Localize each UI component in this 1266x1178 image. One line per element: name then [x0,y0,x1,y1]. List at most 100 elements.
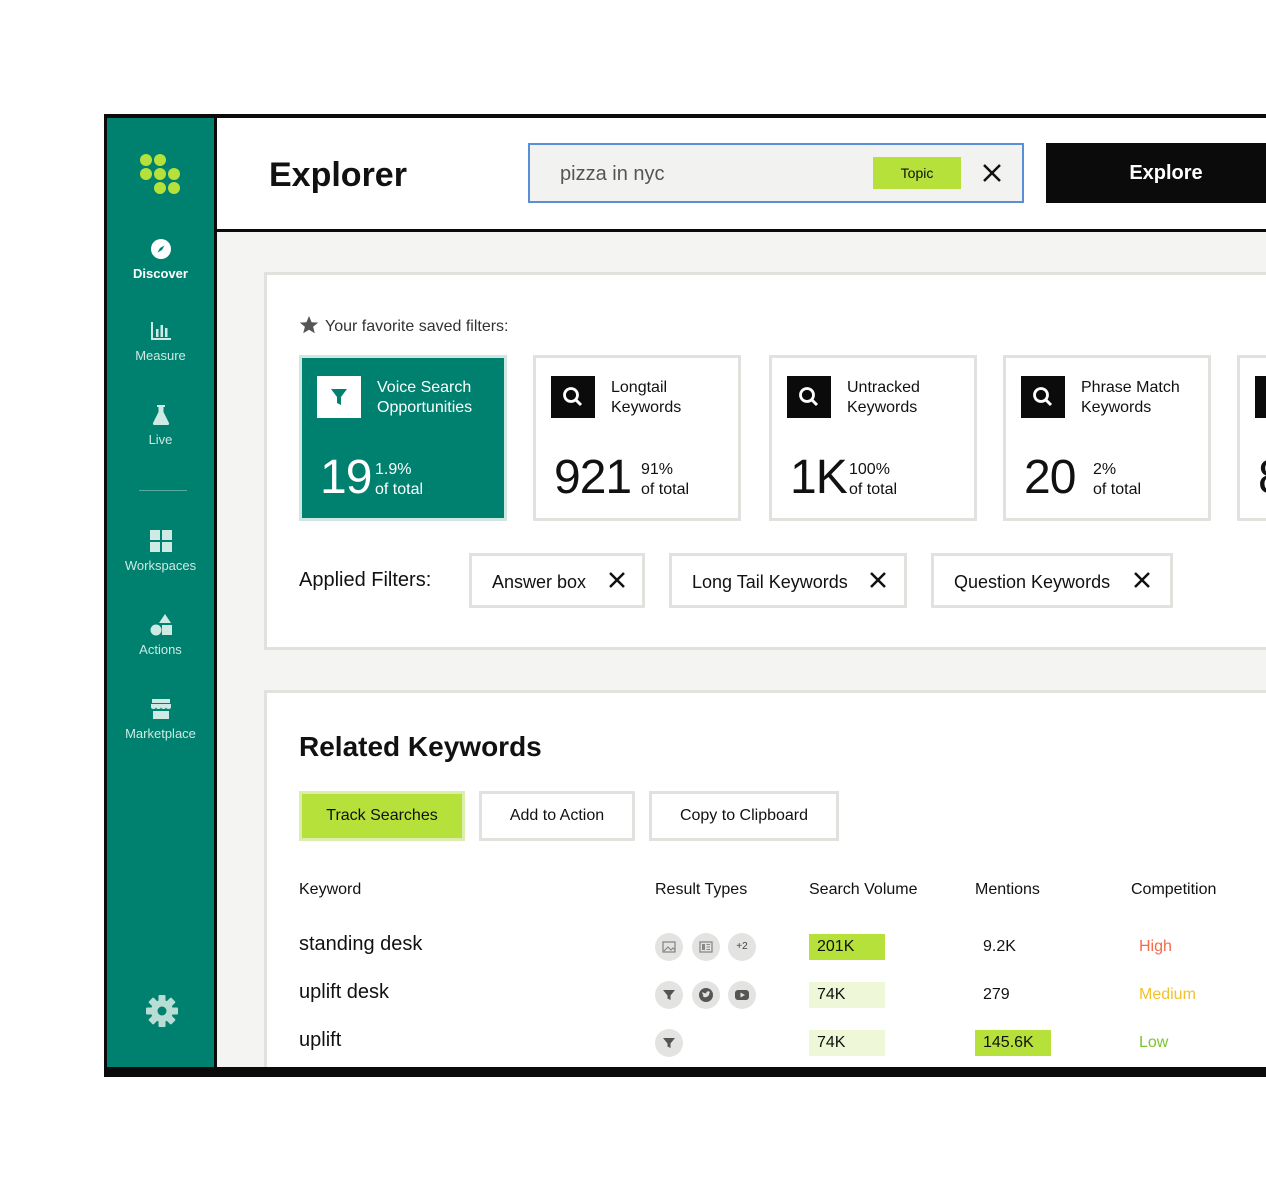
page-title: Explorer [269,156,407,194]
result-type-badge [692,933,720,961]
search-icon [563,387,583,407]
saved-filter-card-partial[interactable]: 8 [1237,355,1266,521]
search-icon [1033,387,1053,407]
saved-filter-of-total: of total [375,481,424,498]
explore-button[interactable]: Explore [1046,143,1266,203]
saved-filter-name: Voice Search Opportunities [377,379,473,416]
saved-filter-percent: 2% [1093,461,1117,478]
sidebar-item-actions[interactable]: Actions [107,614,214,657]
close-icon[interactable] [978,159,1006,187]
funnel-icon [331,389,347,405]
column-header-search-volume[interactable]: Search Volume [809,881,918,899]
grid-icon [149,530,172,552]
competition-cell: Medium [1139,986,1196,1003]
saved-filter-percent: 1.9% [375,461,412,478]
sidebar-item-label: Marketplace [125,726,196,741]
saved-filter-percent: 91% [641,461,674,478]
result-type-badge [655,1029,683,1057]
saved-filter-card-untracked[interactable]: Untracked Keywords 1K 100% of total [769,355,977,521]
keyword-cell[interactable]: standing desk [299,933,422,956]
star-icon [299,316,319,334]
keyword-cell[interactable]: uplift desk [299,981,389,1004]
saved-filter-count: 1K [790,451,848,504]
applied-filter-chip: Long Tail Keywords [669,553,907,608]
sidebar-item-live[interactable]: Live [107,404,214,447]
news-icon [699,941,713,953]
close-icon[interactable] [1132,570,1152,590]
search-volume-cell: 74K [809,1030,885,1056]
sidebar-item-label: Live [148,432,173,447]
result-type-badge [728,981,756,1009]
sidebar-item-label: Workspaces [124,558,197,573]
sidebar-item-label: Actions [139,642,182,657]
close-icon[interactable] [607,570,627,590]
search-volume-cell: 74K [809,982,885,1008]
saved-filter-of-total: of total [1093,481,1142,498]
copy-to-clipboard-button[interactable]: Copy to Clipboard [649,791,839,841]
applied-filter-label: Answer box [492,572,587,592]
column-header-mentions[interactable]: Mentions [975,881,1040,899]
result-types-more[interactable]: +2 [728,933,756,961]
column-header-result-types[interactable]: Result Types [655,881,747,899]
header: Explorer Topic Explore [217,118,1266,232]
result-type-badge [655,981,683,1009]
saved-filter-card-voice-search[interactable]: Voice Search Opportunities 19 1.9% of to… [299,355,507,521]
filters-panel: Your favorite saved filters: Voice Searc… [264,272,1266,650]
column-header-competition[interactable]: Competition [1131,881,1216,899]
result-type-badge [655,933,683,961]
sidebar-item-marketplace[interactable]: Marketplace [107,698,214,741]
saved-filter-count: 8 [1258,452,1266,504]
competition-cell: Low [1139,1034,1169,1051]
mentions-cell: 279 [983,986,1010,1003]
saved-filter-of-total: of total [641,481,690,498]
mentions-cell: 145.6K [975,1030,1051,1056]
youtube-icon [735,990,749,1000]
saved-filter-count: 921 [554,451,632,504]
sidebar: Discover Measure Live Workspaces Actions… [107,118,217,1067]
funnel-icon [663,990,675,1000]
saved-filter-name: Longtail Keywords [611,379,682,416]
saved-filter-of-total: of total [849,481,898,498]
sidebar-item-label: Measure [135,348,186,363]
sidebar-divider [139,490,187,491]
search-icon [1255,376,1266,418]
saved-filter-count: 20 [1024,451,1076,504]
sidebar-item-measure[interactable]: Measure [107,320,214,363]
image-icon [662,941,676,953]
app-logo [140,154,184,198]
shapes-icon [150,614,172,636]
search-volume-cell: 201K [809,934,885,960]
column-header-keyword[interactable]: Keyword [299,881,361,899]
saved-filter-name: Phrase Match Keywords [1081,379,1180,416]
close-icon[interactable] [868,570,888,590]
saved-filter-card-phrase-match[interactable]: Phrase Match Keywords 20 2% of total [1003,355,1211,521]
store-icon [150,699,171,719]
applied-filter-chip: Answer box [469,553,645,608]
compass-icon [150,239,171,259]
saved-filter-name: Untracked Keywords [847,379,920,416]
sidebar-item-workspaces[interactable]: Workspaces [107,530,214,573]
search-input[interactable] [560,161,840,187]
applied-filter-label: Long Tail Keywords [692,572,848,592]
twitter-icon [699,988,713,1002]
applied-filter-label: Question Keywords [954,572,1111,592]
search-icon [799,387,819,407]
gear-icon[interactable] [145,994,179,1028]
related-keywords-title: Related Keywords [299,731,542,762]
saved-filter-card-longtail[interactable]: Longtail Keywords 921 91% of total [533,355,741,521]
saved-filter-count: 19 [320,451,372,504]
funnel-icon [663,1038,675,1048]
mentions-cell: 9.2K [983,938,1016,955]
related-keywords-panel: Related Keywords Track Searches Add to A… [264,690,1266,1067]
sidebar-item-discover[interactable]: Discover [107,238,214,281]
applied-filter-chip: Question Keywords [931,553,1173,608]
add-to-action-button[interactable]: Add to Action [479,791,635,841]
bar-chart-icon [150,322,171,340]
track-searches-button[interactable]: Track Searches [299,791,465,841]
topic-chip[interactable]: Topic [873,157,961,189]
keyword-cell[interactable]: uplift [299,1029,341,1052]
competition-cell: High [1139,938,1172,955]
favorites-label: Your favorite saved filters: [299,315,509,336]
flask-icon [152,405,169,425]
sidebar-item-label: Discover [133,266,188,281]
